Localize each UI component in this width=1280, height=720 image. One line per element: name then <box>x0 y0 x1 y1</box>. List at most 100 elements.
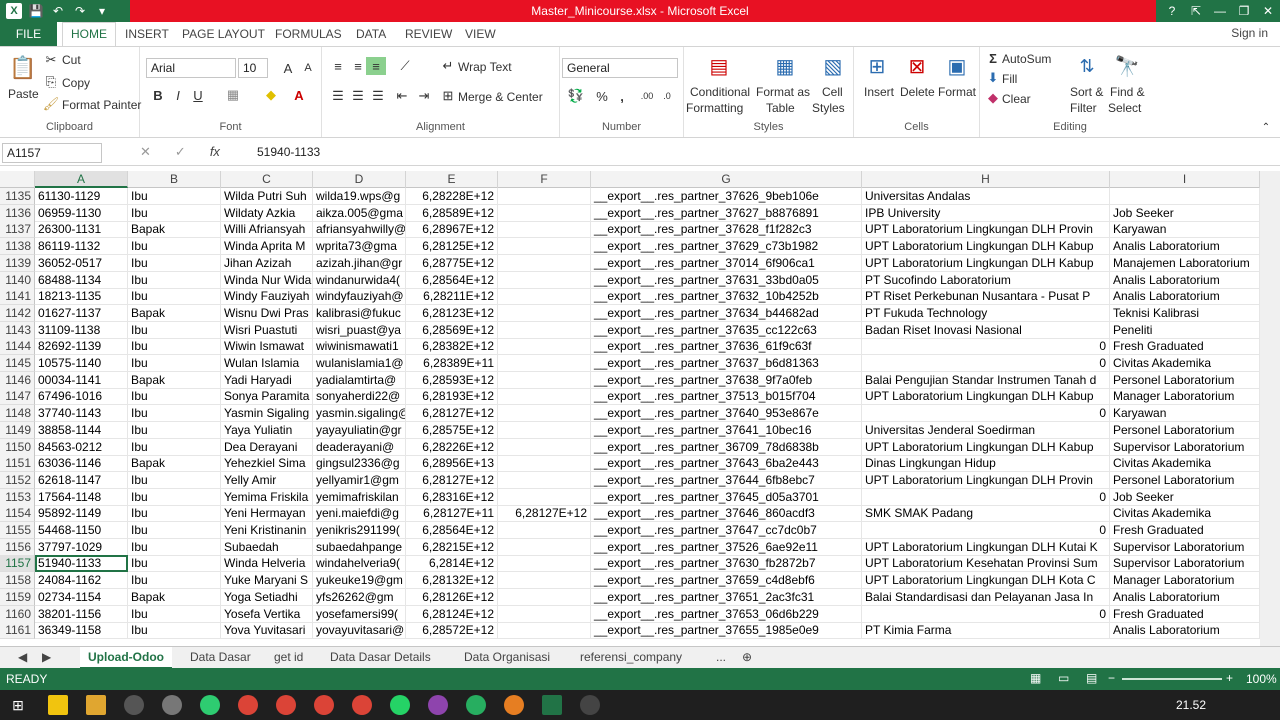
cell-styles-icon[interactable]: ▧ <box>818 51 848 81</box>
cell-b[interactable]: Bapak <box>128 588 221 606</box>
cancel-entry-icon[interactable]: ✕ <box>140 144 151 160</box>
format-as-table-label[interactable]: Format as <box>756 85 810 99</box>
cell-h[interactable]: UPT Laboratorium Lingkungan DLH Provin <box>862 221 1110 239</box>
format-as-table-icon[interactable]: ▦ <box>770 51 800 81</box>
cut-icon[interactable]: ✂ <box>44 52 58 67</box>
cell-b[interactable]: Bapak <box>128 304 221 322</box>
row-header[interactable]: 1145 <box>0 355 35 372</box>
cell-f[interactable] <box>498 388 591 406</box>
cell-a[interactable]: 00034-1141 <box>35 371 128 389</box>
page-layout-view-icon[interactable]: ▭ <box>1058 671 1069 685</box>
cell-g[interactable]: __export__.res_partner_37659_c4d8ebf6 <box>591 572 862 590</box>
cell-a[interactable]: 54468-1150 <box>35 522 128 539</box>
cell-b[interactable]: Ibu <box>128 288 221 306</box>
italic-button[interactable]: I <box>170 87 186 103</box>
cell-i[interactable]: Supervisor Laboratorium <box>1110 555 1260 573</box>
cell-f[interactable] <box>498 538 591 556</box>
row-header[interactable]: 1143 <box>0 321 35 339</box>
merge-center-button[interactable]: Merge & Center <box>458 90 543 104</box>
top-align-icon[interactable]: ≡ <box>330 59 346 74</box>
cell-f[interactable] <box>498 338 591 356</box>
format-as-table-label-2[interactable]: Table <box>766 101 795 115</box>
cell-a[interactable]: 37740-1143 <box>35 405 128 423</box>
tab-view[interactable]: VIEW <box>465 27 496 41</box>
cell-h[interactable]: SMK SMAK Padang <box>862 505 1110 523</box>
cell-i[interactable] <box>1110 188 1260 205</box>
cell-b[interactable]: Ibu <box>128 555 221 573</box>
cell-i[interactable]: Analis Laboratorium <box>1110 238 1260 256</box>
cell-i[interactable]: Supervisor Laboratorium <box>1110 538 1260 556</box>
cell-e[interactable]: 6,28589E+12 <box>406 204 498 222</box>
cell-h[interactable]: PT Riset Perkebunan Nusantara - Pusat P <box>862 288 1110 306</box>
delete-cells-button[interactable]: Delete <box>900 85 935 99</box>
cell-a[interactable]: 62618-1147 <box>35 471 128 489</box>
cell-e[interactable]: 6,28564E+12 <box>406 522 498 539</box>
whatsapp-icon[interactable] <box>390 695 410 715</box>
cell-g[interactable]: __export__.res_partner_37634_b44682ad <box>591 304 862 322</box>
row-header[interactable]: 1149 <box>0 421 35 439</box>
sort-filter-label-2[interactable]: Filter <box>1070 101 1097 115</box>
cell-c[interactable]: Yova Yuvitasari <box>221 622 313 640</box>
row-header[interactable]: 1153 <box>0 488 35 506</box>
cell-d[interactable]: wisri_puast@ya <box>313 321 406 339</box>
cell-b[interactable]: Bapak <box>128 221 221 239</box>
cell-a[interactable]: 95892-1149 <box>35 505 128 523</box>
cell-d[interactable]: aikza.005@gma <box>313 204 406 222</box>
cell-d[interactable]: wiwinismawati1 <box>313 338 406 356</box>
excel-taskbar-icon[interactable] <box>542 695 562 715</box>
cell-b[interactable]: Ibu <box>128 488 221 506</box>
cell-h[interactable]: Universitas Jenderal Soedirman <box>862 421 1110 439</box>
cell-f[interactable] <box>498 605 591 623</box>
cell-b[interactable]: Ibu <box>128 388 221 406</box>
cell-c[interactable]: Winda Helveria <box>221 555 313 573</box>
cell-f[interactable] <box>498 221 591 239</box>
cell-c[interactable]: Yasmin Sigaling <box>221 405 313 423</box>
cell-e[interactable]: 6,28382E+12 <box>406 338 498 356</box>
sort-filter-label[interactable]: Sort & <box>1070 85 1103 99</box>
cell-d[interactable]: wprita73@gma <box>313 238 406 256</box>
cell-d[interactable]: windyfauziyah@ <box>313 288 406 306</box>
fill-color-icon[interactable]: ◆ <box>262 87 280 103</box>
tab-insert[interactable]: INSERT <box>125 27 169 41</box>
row-header[interactable]: 1135 <box>0 188 35 205</box>
fill-icon[interactable]: ⬇ <box>986 70 1000 85</box>
cell-f[interactable] <box>498 421 591 439</box>
cell-g[interactable]: __export__.res_partner_37640_953e867e <box>591 405 862 423</box>
cell-e[interactable]: 6,28127E+12 <box>406 405 498 423</box>
chrome-icon-3[interactable] <box>314 695 334 715</box>
cell-e[interactable]: 6,28956E+13 <box>406 455 498 473</box>
insert-function-button[interactable]: fx <box>210 144 220 160</box>
underline-button[interactable]: U <box>190 87 206 103</box>
cell-d[interactable]: gingsul2336@g <box>313 455 406 473</box>
app-icon-5[interactable] <box>466 695 486 715</box>
cell-h[interactable]: IPB University <box>862 204 1110 222</box>
vertical-scrollbar[interactable] <box>1260 171 1280 646</box>
autosum-icon[interactable]: Σ <box>986 51 1000 66</box>
cell-h[interactable]: UPT Laboratorium Lingkungan DLH Kabup <box>862 254 1110 272</box>
cell-d[interactable]: subaedahpange <box>313 538 406 556</box>
decrease-decimal-icon[interactable]: .0 <box>658 89 676 103</box>
cell-i[interactable]: Teknisi Kalibrasi <box>1110 304 1260 322</box>
cell-d[interactable]: yosefamersi99( <box>313 605 406 623</box>
cell-e[interactable]: 6,28132E+12 <box>406 572 498 590</box>
cell-i[interactable]: Personel Laboratorium <box>1110 471 1260 489</box>
cell-a[interactable]: 86119-1132 <box>35 238 128 256</box>
cell-e[interactable]: 6,28125E+12 <box>406 238 498 256</box>
cell-c[interactable]: Windy Fauziyah <box>221 288 313 306</box>
cell-c[interactable]: Wisri Puastuti <box>221 321 313 339</box>
column-header-h[interactable]: H <box>862 171 1110 188</box>
cell-d[interactable]: yayayuliatin@gr <box>313 421 406 439</box>
app-icon-2[interactable] <box>162 695 182 715</box>
clear-button[interactable]: Clear <box>1002 92 1031 106</box>
cell-c[interactable]: Wildaty Azkia <box>221 204 313 222</box>
cell-f[interactable] <box>498 371 591 389</box>
row-header[interactable]: 1150 <box>0 438 35 456</box>
cell-g[interactable]: __export__.res_partner_37626_9beb106e <box>591 188 862 205</box>
cell-b[interactable]: Ibu <box>128 405 221 423</box>
cell-b[interactable]: Ibu <box>128 338 221 356</box>
cell-g[interactable]: __export__.res_partner_37644_6fb8ebc7 <box>591 471 862 489</box>
cell-e[interactable]: 6,28193E+12 <box>406 388 498 406</box>
cell-c[interactable]: Winda Nur Wida <box>221 271 313 289</box>
comma-button[interactable]: , <box>616 89 628 104</box>
shrink-font-icon[interactable]: A <box>300 60 316 76</box>
